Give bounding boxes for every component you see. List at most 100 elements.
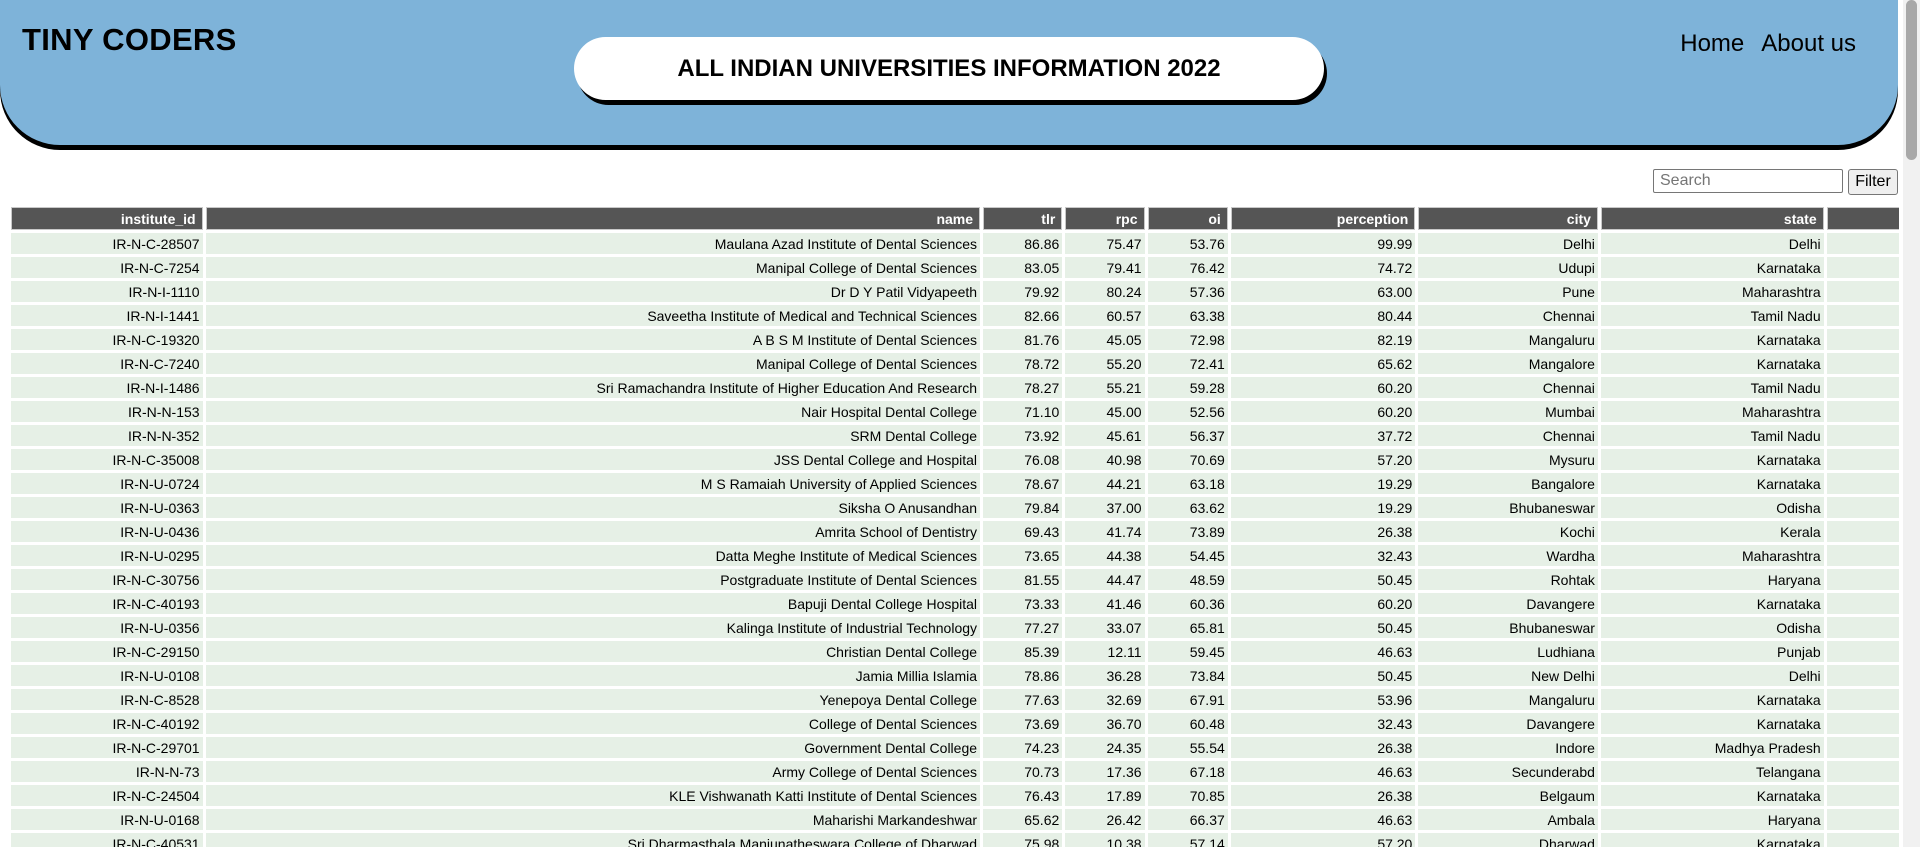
cell-tlr: 70.73	[983, 761, 1063, 782]
cell-city: Kochi	[1418, 521, 1598, 542]
cell-institute-id: IR-N-C-40192	[11, 713, 203, 734]
cell-institute-id: IR-N-C-7254	[11, 257, 203, 278]
cell-rpc: 41.46	[1065, 593, 1145, 614]
cell-state: Karnataka	[1600, 449, 1824, 470]
cell-rpc: 80.24	[1065, 281, 1145, 302]
cell-city: Mangalore	[1418, 353, 1598, 374]
cell-oi: 56.37	[1147, 425, 1228, 446]
cell-oi: 65.81	[1147, 617, 1228, 638]
cell-oi: 73.89	[1147, 521, 1228, 542]
cell-institute-id: IR-N-I-1110	[11, 281, 203, 302]
cell-perception: 19.29	[1230, 497, 1416, 518]
cell-oi: 70.69	[1147, 449, 1228, 470]
cell-oi: 60.36	[1147, 593, 1228, 614]
cell-rpc: 17.36	[1065, 761, 1145, 782]
cell-rpc: 55.21	[1065, 377, 1145, 398]
cell-rpc: 33.07	[1065, 617, 1145, 638]
cell-tlr: 83.05	[983, 257, 1063, 278]
cell-tlr: 78.72	[983, 353, 1063, 374]
cell-tlr: 74.23	[983, 737, 1063, 758]
cell-name: Manipal College of Dental Sciences	[205, 353, 981, 374]
column-header-tlr[interactable]: tlr	[983, 207, 1063, 230]
cell-city: Secunderabd	[1418, 761, 1598, 782]
column-header-perception[interactable]: perception	[1230, 207, 1416, 230]
cell-name: Maulana Azad Institute of Dental Science…	[205, 233, 981, 254]
cell-rank: 25	[1826, 809, 1899, 830]
cell-state: Karnataka	[1600, 785, 1824, 806]
search-bar: Filter	[1653, 169, 1898, 195]
table-row: IR-N-C-30756 Postgraduate Institute of De…	[11, 569, 1899, 590]
top-nav: Home About us	[1680, 30, 1856, 58]
table-row: IR-N-N-352 SRM Dental College 73.92 45.61 56…	[11, 425, 1899, 446]
cell-state: Odisha	[1600, 497, 1824, 518]
cell-oi: 66.37	[1147, 809, 1228, 830]
cell-institute-id: IR-N-U-0108	[11, 665, 203, 686]
cell-name: Kalinga Institute of Industrial Technolo…	[205, 617, 981, 638]
cell-rpc: 36.28	[1065, 665, 1145, 686]
cell-institute-id: IR-N-C-28507	[11, 233, 203, 254]
cell-tlr: 86.86	[983, 233, 1063, 254]
cell-oi: 57.14	[1147, 833, 1228, 847]
column-header-rank[interactable]: rank	[1826, 207, 1899, 230]
cell-state: Delhi	[1600, 233, 1824, 254]
cell-rpc: 79.41	[1065, 257, 1145, 278]
cell-city: Davangere	[1418, 713, 1598, 734]
cell-institute-id: IR-N-C-29150	[11, 641, 203, 662]
cell-perception: 65.62	[1230, 353, 1416, 374]
cell-institute-id: IR-N-N-73	[11, 761, 203, 782]
table-row: IR-N-C-28507 Maulana Azad Institute of De…	[11, 233, 1899, 254]
cell-oi: 52.56	[1147, 401, 1228, 422]
cell-name: Manipal College of Dental Sciences	[205, 257, 981, 278]
column-header-name[interactable]: name	[205, 207, 981, 230]
cell-rank: 6	[1826, 353, 1899, 374]
cell-institute-id: IR-N-U-0295	[11, 545, 203, 566]
cell-city: Bangalore	[1418, 473, 1598, 494]
cell-institute-id: IR-N-U-0436	[11, 521, 203, 542]
cell-state: Tamil Nadu	[1600, 305, 1824, 326]
table-row: IR-N-N-73 Army College of Dental Sciences…	[11, 761, 1899, 782]
universities-table-container: institute_id name tlr rpc oi perception city st…	[11, 207, 1899, 847]
cell-rank: 2	[1826, 257, 1899, 278]
column-header-city[interactable]: city	[1418, 207, 1598, 230]
cell-oi: 48.59	[1147, 569, 1228, 590]
brand-logo-text: TINY CODERS	[22, 22, 237, 57]
page: TINY CODERS ALL INDIAN UNIVERSITIES INFO…	[0, 0, 1920, 847]
cell-perception: 60.20	[1230, 377, 1416, 398]
scrollbar-thumb[interactable]	[1906, 0, 1917, 160]
nav-link-home[interactable]: Home	[1680, 30, 1744, 58]
column-header-rpc[interactable]: rpc	[1065, 207, 1145, 230]
cell-state: Karnataka	[1600, 473, 1824, 494]
cell-tlr: 73.33	[983, 593, 1063, 614]
cell-rpc: 44.47	[1065, 569, 1145, 590]
page-scrollbar[interactable]	[1903, 0, 1920, 847]
cell-institute-id: IR-N-C-30756	[11, 569, 203, 590]
cell-oi: 63.62	[1147, 497, 1228, 518]
column-header-state[interactable]: state	[1600, 207, 1824, 230]
cell-oi: 63.18	[1147, 473, 1228, 494]
cell-perception: 32.43	[1230, 545, 1416, 566]
cell-institute-id: IR-N-C-8528	[11, 689, 203, 710]
cell-name: Yenepoya Dental College	[205, 689, 981, 710]
cell-name: SRM Dental College	[205, 425, 981, 446]
cell-tlr: 79.92	[983, 281, 1063, 302]
cell-institute-id: IR-N-C-29701	[11, 737, 203, 758]
cell-perception: 74.72	[1230, 257, 1416, 278]
cell-state: Kerala	[1600, 521, 1824, 542]
filter-button[interactable]: Filter	[1848, 169, 1898, 195]
search-input[interactable]	[1653, 169, 1843, 193]
cell-rank: 15	[1826, 569, 1899, 590]
nav-link-about-us[interactable]: About us	[1761, 30, 1856, 58]
cell-city: Bhubaneswar	[1418, 617, 1598, 638]
cell-institute-id: IR-N-C-7240	[11, 353, 203, 374]
column-header-oi[interactable]: oi	[1147, 207, 1228, 230]
cell-city: Wardha	[1418, 545, 1598, 566]
table-row: IR-N-U-0724 M S Ramaiah University of App…	[11, 473, 1899, 494]
column-header-institute-id[interactable]: institute_id	[11, 207, 203, 230]
cell-oi: 59.45	[1147, 641, 1228, 662]
cell-rpc: 32.69	[1065, 689, 1145, 710]
cell-state: Karnataka	[1600, 713, 1824, 734]
cell-rank: 12	[1826, 497, 1899, 518]
table-row: IR-N-U-0363 Siksha O Anusandhan 79.84 37.00…	[11, 497, 1899, 518]
cell-rank: 16	[1826, 593, 1899, 614]
cell-perception: 60.20	[1230, 401, 1416, 422]
